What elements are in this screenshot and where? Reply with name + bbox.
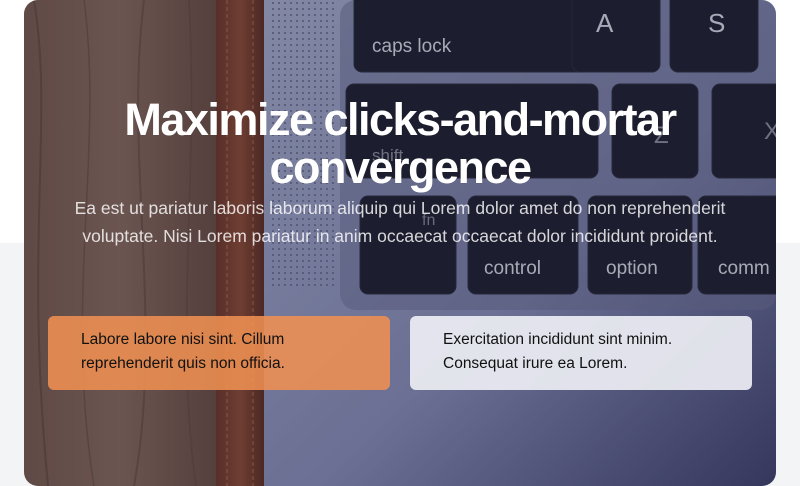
page: A S caps lock shift Z X fn control optio…	[0, 0, 800, 486]
hero-title: Maximize clicks-and-mortar convergence	[124, 94, 677, 193]
feature-card-text: Exercitation incididunt sint minim. Cons…	[443, 331, 673, 372]
hero-section: A S caps lock shift Z X fn control optio…	[24, 0, 776, 486]
feature-card: Labore labore nisi sint. Cillum reprehen…	[48, 316, 390, 390]
hero-content: Maximize clicks-and-mortar convergence E…	[24, 0, 776, 486]
feature-card-text: Labore labore nisi sint. Cillum reprehen…	[81, 331, 285, 372]
hero-description: Ea est ut pariatur laboris laborum aliqu…	[74, 198, 726, 246]
feature-card: Exercitation incididunt sint minim. Cons…	[410, 316, 752, 390]
